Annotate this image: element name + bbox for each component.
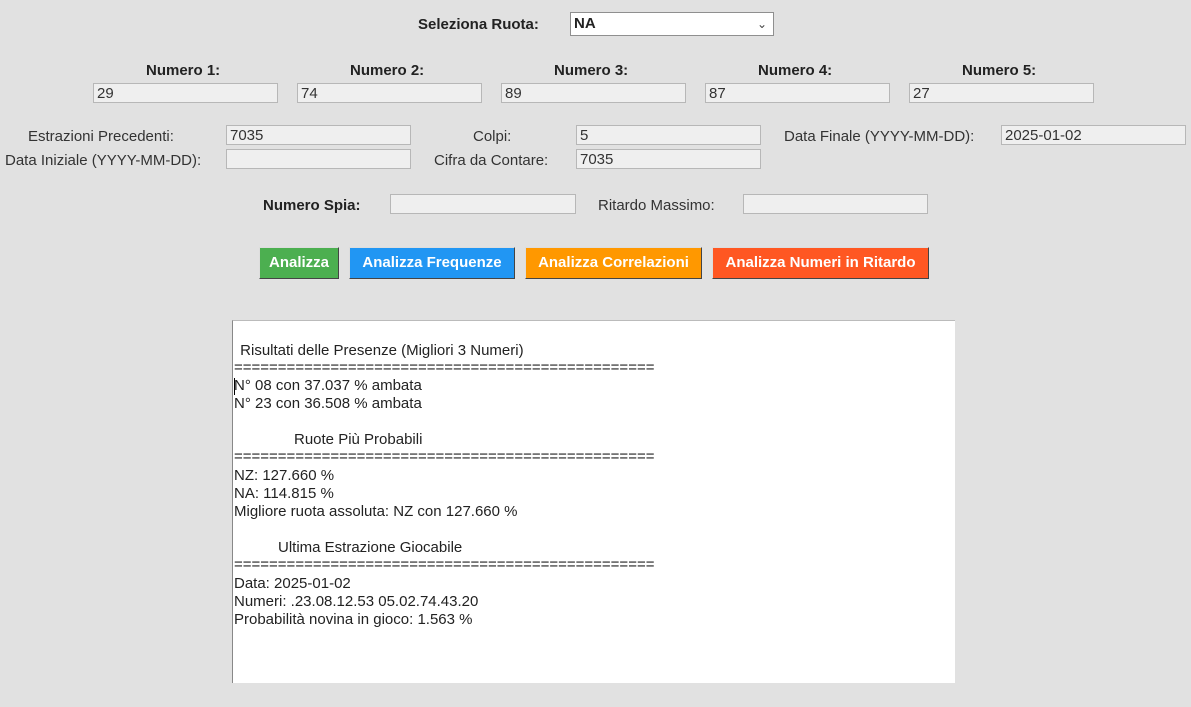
ritardo-massimo-label: Ritardo Massimo:	[598, 197, 715, 214]
results-textarea[interactable]: Risultati delle Presenze (Migliori 3 Num…	[232, 320, 955, 683]
numero-1-input[interactable]	[93, 83, 278, 103]
data-finale-label: Data Finale (YYYY-MM-DD):	[784, 128, 975, 145]
separator-1: ========================================…	[234, 359, 655, 376]
numero-spia-input[interactable]	[390, 194, 576, 214]
ultima-title: Ultima Estrazione Giocabile	[278, 539, 463, 556]
ultima-line-1: Data: 2025-01-02	[234, 575, 351, 592]
ruote-title: Ruote Più Probabili	[294, 431, 423, 448]
analizza-button[interactable]: Analizza	[259, 247, 339, 279]
presenze-title: Risultati delle Presenze (Migliori 3 Num…	[236, 342, 524, 359]
estrazioni-precedenti-label: Estrazioni Precedenti:	[28, 128, 174, 145]
ritardo-massimo-input[interactable]	[743, 194, 928, 214]
numero-2-label: Numero 2:	[350, 62, 425, 79]
data-finale-input[interactable]	[1001, 125, 1186, 145]
ruota-select-value: NA	[574, 15, 596, 32]
numero-spia-label: Numero Spia:	[263, 197, 361, 214]
chevron-down-icon: ⌄	[756, 17, 767, 31]
analizza-frequenze-button[interactable]: Analizza Frequenze	[349, 247, 515, 279]
analizza-correlazioni-button[interactable]: Analizza Correlazioni	[525, 247, 702, 279]
estrazioni-precedenti-input[interactable]	[226, 125, 411, 145]
numero-5-input[interactable]	[909, 83, 1094, 103]
ruote-line-1: NZ: 127.660 %	[234, 467, 335, 484]
presenze-line-1: N° 08 con 37.037 % ambata	[234, 377, 422, 394]
ruote-line-2: NA: 114.815 %	[234, 485, 334, 502]
numero-3-input[interactable]	[501, 83, 686, 103]
numero-5-label: Numero 5:	[962, 62, 1037, 79]
data-iniziale-input[interactable]	[226, 149, 411, 169]
numero-4-input[interactable]	[705, 83, 890, 103]
colpi-label: Colpi:	[473, 128, 512, 145]
ultima-line-3: Probabilità novina in gioco: 1.563 %	[234, 611, 473, 628]
data-iniziale-label: Data Iniziale (YYYY-MM-DD):	[5, 152, 202, 169]
separator-2: ========================================…	[234, 448, 655, 465]
ultima-line-2: Numeri: .23.08.12.53 05.02.74.43.20	[234, 593, 479, 610]
ruota-label: Seleziona Ruota:	[418, 16, 539, 33]
numero-3-label: Numero 3:	[554, 62, 629, 79]
ruote-line-3: Migliore ruota assoluta: NZ con 127.660 …	[234, 503, 518, 520]
separator-3: ========================================…	[234, 556, 655, 573]
numero-4-label: Numero 4:	[758, 62, 833, 79]
presenze-line-2: N° 23 con 36.508 % ambata	[234, 395, 422, 412]
ruota-select[interactable]: NA ⌄	[570, 12, 774, 36]
numero-2-input[interactable]	[297, 83, 482, 103]
analizza-numeri-ritardo-button[interactable]: Analizza Numeri in Ritardo	[712, 247, 929, 279]
cifra-da-contare-input[interactable]	[576, 149, 761, 169]
numero-1-label: Numero 1:	[146, 62, 221, 79]
cifra-da-contare-label: Cifra da Contare:	[434, 152, 549, 169]
colpi-input[interactable]	[576, 125, 761, 145]
